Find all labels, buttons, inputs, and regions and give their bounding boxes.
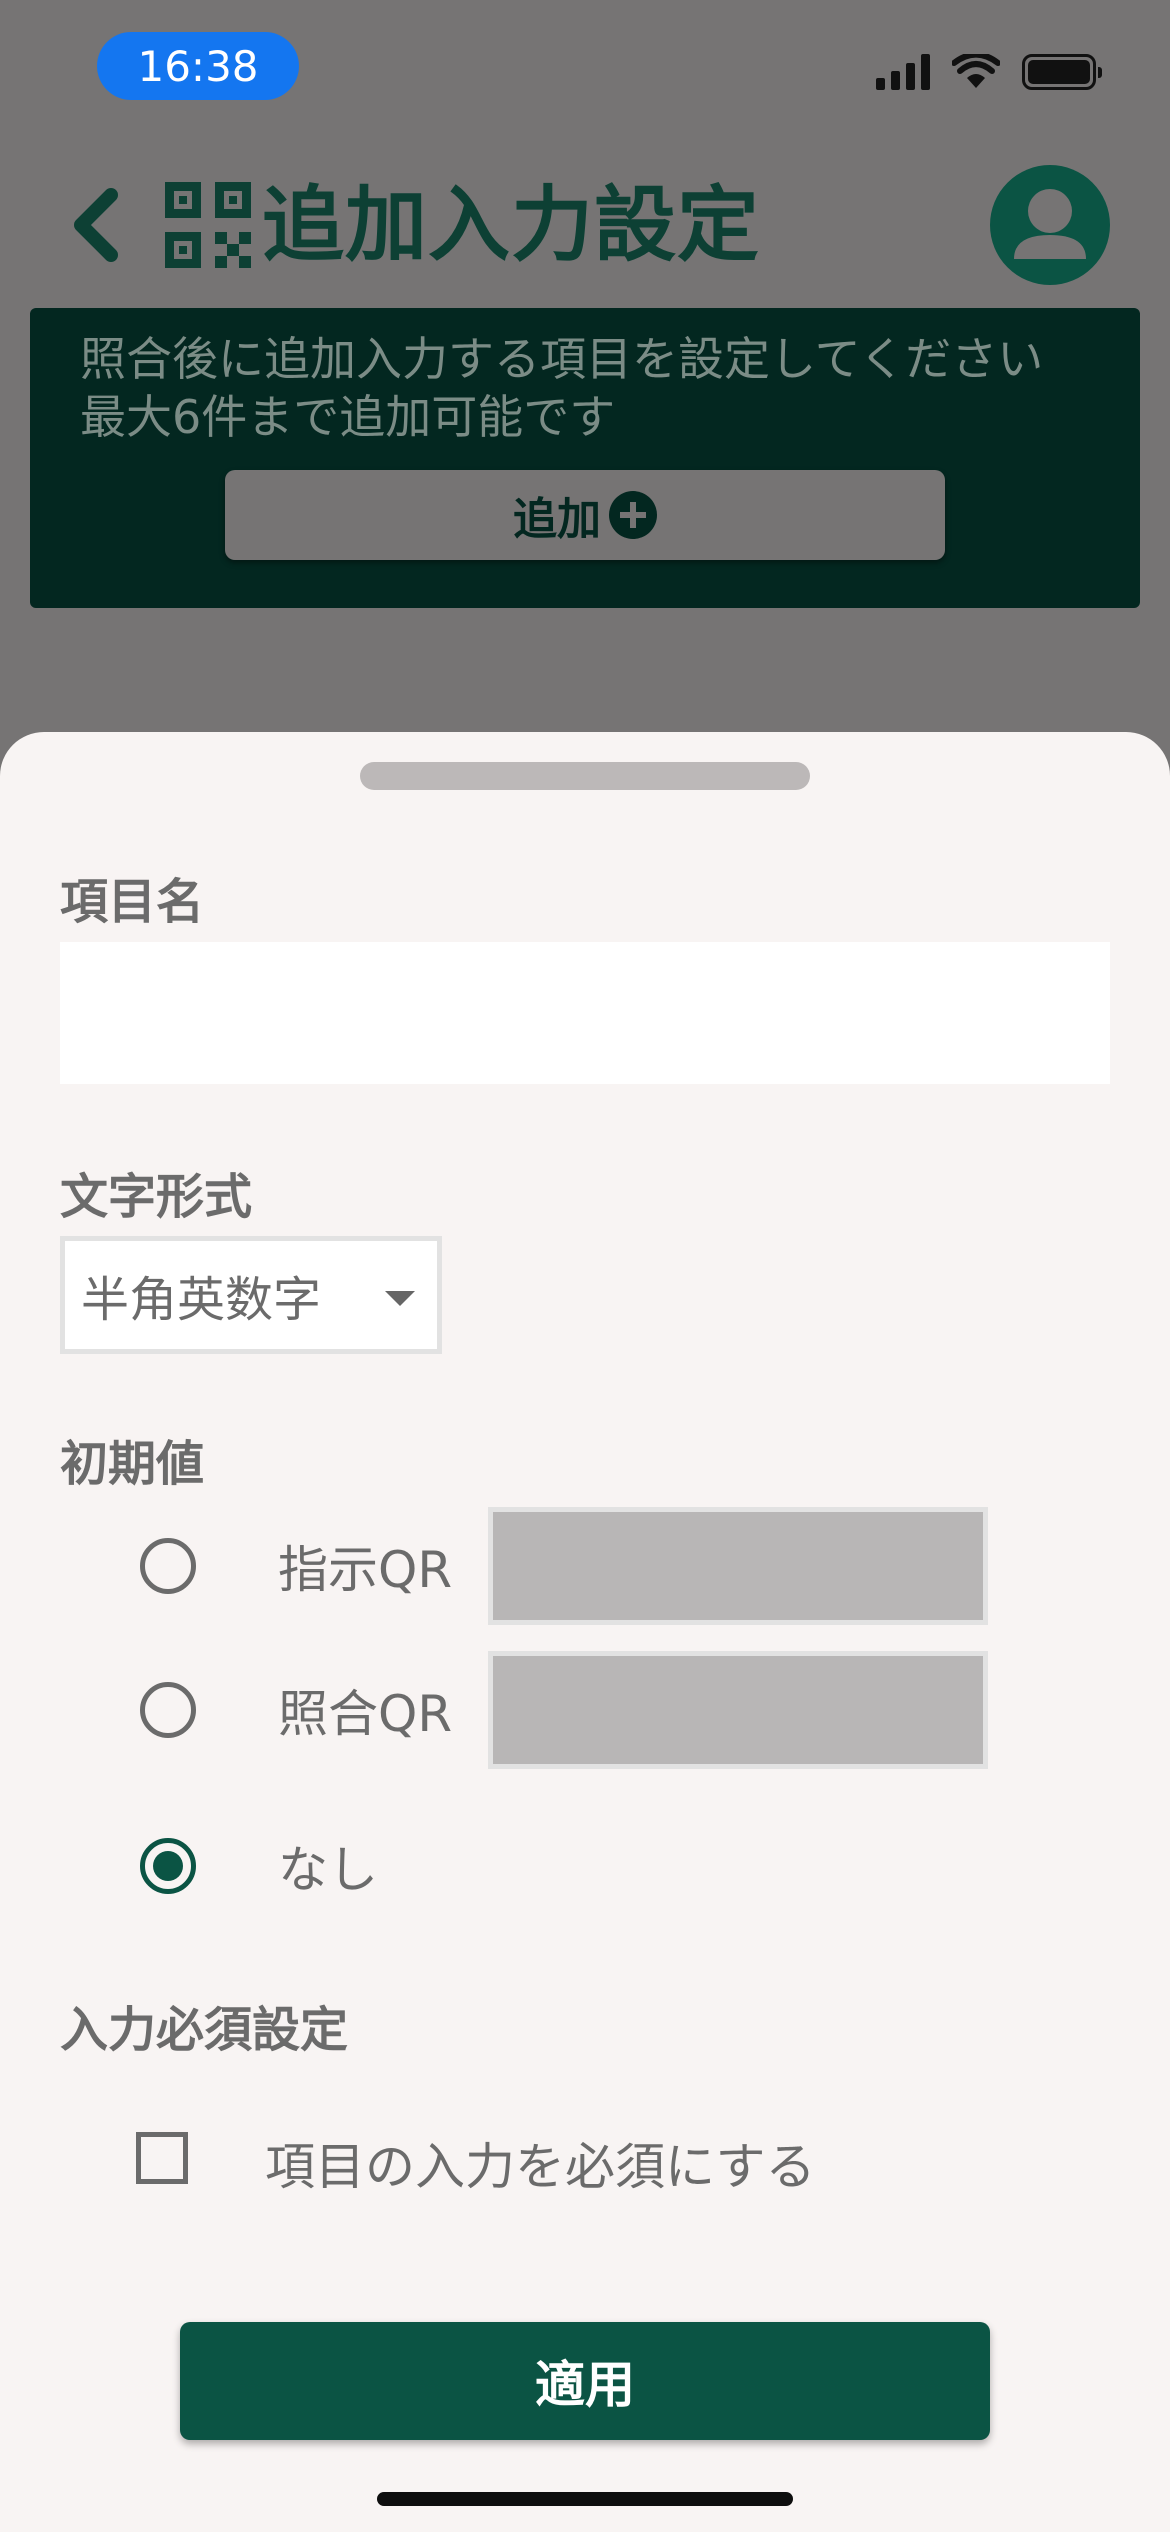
banner-text: 照合後に追加入力する項目を設定してください 最大6件まで追加可能です [80, 330, 1043, 446]
user-avatar-button[interactable] [990, 165, 1110, 285]
radio-label-match-qr: 照合QR [278, 1685, 453, 1743]
sheet-grabber[interactable] [360, 762, 810, 790]
banner-line-2: 最大6件まで追加可能です [80, 390, 616, 444]
chevron-left-icon [74, 188, 118, 262]
banner-line-1: 照合後に追加入力する項目を設定してください [80, 332, 1044, 386]
add-button[interactable]: 追加 [225, 470, 945, 560]
radio-match-qr[interactable] [140, 1682, 196, 1738]
radio-none[interactable] [140, 1838, 196, 1894]
required-checkbox[interactable] [136, 2132, 188, 2184]
match-qr-select [488, 1651, 988, 1769]
home-indicator [377, 2492, 793, 2506]
qr-code-icon [165, 182, 251, 268]
format-select[interactable]: 半角英数字 [60, 1236, 442, 1354]
option-row-match-qr[interactable]: 照合QR [140, 1650, 988, 1770]
required-setting-label: 入力必須設定 [60, 2002, 349, 2058]
add-button-label: 追加 [513, 494, 601, 545]
user-icon [1014, 189, 1086, 259]
radio-instruction-qr[interactable] [140, 1538, 196, 1594]
status-icons [876, 52, 1102, 90]
plus-circle-icon [609, 491, 657, 539]
bottom-sheet: 項目名 文字形式 半角英数字 初期値 指示QR 照合QR なし 入力必須設定 項… [0, 732, 1170, 2532]
format-select-value: 半角英数字 [81, 1272, 322, 1328]
status-time: 16:38 [97, 32, 299, 100]
wifi-icon [952, 54, 1000, 88]
radio-label-none: なし [278, 1841, 378, 1899]
info-banner: 照合後に追加入力する項目を設定してください 最大6件まで追加可能です 追加 [30, 308, 1140, 608]
item-name-input[interactable] [60, 942, 1110, 1084]
radio-label-instruction-qr: 指示QR [278, 1541, 453, 1599]
option-row-instruction-qr[interactable]: 指示QR [140, 1506, 988, 1626]
apply-button[interactable]: 適用 [180, 2322, 990, 2440]
caret-down-icon [385, 1291, 415, 1306]
required-checkbox-label[interactable]: 項目の入力を必須にする [265, 2127, 816, 2199]
cellular-signal-icon [876, 52, 930, 90]
item-name-label: 項目名 [60, 874, 205, 930]
page-title: 追加入力設定 [262, 178, 761, 273]
instruction-qr-select [488, 1507, 988, 1625]
format-label: 文字形式 [60, 1169, 253, 1225]
initial-value-label: 初期値 [60, 1436, 205, 1492]
option-row-none[interactable]: なし [140, 1806, 378, 1926]
battery-icon [1022, 54, 1102, 90]
back-button[interactable] [60, 180, 130, 270]
